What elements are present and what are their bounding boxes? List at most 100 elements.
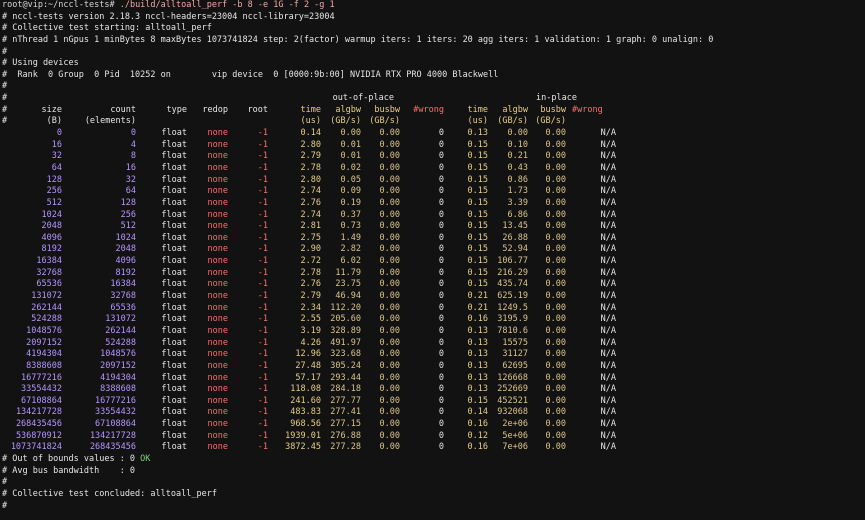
device-line: # Rank 0 Group 0 Pid 10252 on vip device… — [2, 69, 499, 80]
cell-root: -1 — [257, 151, 268, 162]
cell-algbw-ip: 1249.5 — [497, 302, 528, 313]
cell-time: 2.80 — [300, 139, 321, 150]
cell-redop: none — [207, 174, 228, 185]
cell-busbw-ip: 0.00 — [545, 128, 566, 139]
cell-count: 256 — [120, 209, 136, 220]
cell-count: 1048576 — [100, 349, 136, 360]
cell-algbw: 277.77 — [330, 395, 361, 406]
table-row: 4194304 1048576 float none -1 12.96 323.68 0.00… — [2, 349, 863, 361]
cell-time-ip: 0.15 — [467, 174, 488, 185]
cell-redop: none — [207, 419, 228, 430]
cell-count: 2048 — [115, 244, 136, 255]
cell-type: float — [161, 430, 187, 441]
header-redop: redop — [202, 104, 228, 115]
cell-busbw-ip: 0.00 — [545, 232, 566, 243]
cell-count: 16384 — [110, 279, 136, 290]
cell-algbw-ip: 3.39 — [507, 197, 528, 208]
cell-busbw: 0.00 — [379, 337, 400, 348]
cell-time-ip: 0.15 — [467, 209, 488, 220]
cell-time: 2.76 — [300, 197, 321, 208]
cell-wrong: 0 — [438, 232, 444, 243]
cell-root: -1 — [257, 244, 268, 255]
cell-size: 32768 — [36, 267, 62, 278]
cell-redop: none — [207, 139, 228, 150]
cell-busbw: 0.00 — [379, 128, 400, 139]
cell-size: 1048576 — [26, 325, 62, 336]
cell-type: float — [161, 279, 187, 290]
cell-algbw: 293.44 — [330, 372, 361, 383]
cell-time-ip: 0.21 — [467, 291, 488, 302]
cell-time-ip: 0.15 — [467, 256, 488, 267]
cell-count: 262144 — [105, 325, 136, 336]
cell-busbw: 0.00 — [379, 407, 400, 418]
cell-time-ip: 0.15 — [467, 151, 488, 162]
cell-redop: none — [207, 279, 228, 290]
cell-wrong-ip: N/A — [600, 395, 616, 406]
cell-size: 1024 — [41, 209, 62, 220]
cell-algbw-ip: 31127 — [502, 349, 528, 360]
cell-root: -1 — [257, 128, 268, 139]
cell-wrong: 0 — [438, 197, 444, 208]
table-row: 268435456 67108864 float none -1 968.56 277.15… — [2, 419, 863, 431]
cell-busbw-ip: 0.00 — [545, 279, 566, 290]
table-row: 16384 4096 float none -1 2.72 6.02 0.00 0 0.15 106… — [2, 256, 863, 268]
oob-status: OK — [140, 453, 151, 464]
cell-wrong-ip: N/A — [600, 244, 616, 255]
cell-busbw: 0.00 — [379, 256, 400, 267]
cell-redop: none — [207, 151, 228, 162]
cell-wrong: 0 — [438, 139, 444, 150]
cell-time: 2.72 — [300, 256, 321, 267]
cell-busbw: 0.00 — [379, 209, 400, 220]
cell-root: -1 — [257, 232, 268, 243]
cell-count: 4 — [130, 139, 136, 150]
cell-wrong: 0 — [438, 174, 444, 185]
cell-size: 16384 — [36, 256, 62, 267]
cell-algbw: 328.89 — [330, 325, 361, 336]
cell-time: 2.80 — [300, 174, 321, 185]
table-header-row2: # (B) (elements) (us) (GB/s) (GB/s) (us) (GB/s)… — [2, 116, 863, 128]
comment-line: # — [2, 46, 8, 57]
cell-count: 4096 — [115, 256, 136, 267]
cell-count: 4194304 — [100, 372, 136, 383]
cell-time-ip: 0.12 — [467, 430, 488, 441]
cell-algbw: 112.20 — [330, 302, 361, 313]
table-row: 536870912 134217728 float none -1 1939.01 276.… — [2, 431, 863, 443]
cell-time-ip: 0.13 — [467, 349, 488, 360]
cell-algbw: 323.68 — [330, 349, 361, 360]
header-size: (B) — [46, 116, 62, 127]
cell-count: 128 — [120, 197, 136, 208]
cell-wrong: 0 — [438, 407, 444, 418]
cell-redop: none — [207, 407, 228, 418]
cell-wrong-ip: N/A — [600, 221, 616, 232]
cell-count: 1024 — [115, 232, 136, 243]
using-devices-line: # Using devices — [2, 58, 79, 69]
cell-wrong-ip: N/A — [600, 267, 616, 278]
cell-busbw-ip: 0.00 — [545, 325, 566, 336]
cell-time: 3.19 — [300, 325, 321, 336]
cell-wrong: 0 — [438, 384, 444, 395]
cell-time-ip: 0.13 — [467, 128, 488, 139]
cell-type: float — [161, 372, 187, 383]
cell-redop: none — [207, 395, 228, 406]
cell-root: -1 — [257, 407, 268, 418]
cell-size: 67108864 — [21, 395, 62, 406]
cell-type: float — [161, 209, 187, 220]
cell-busbw: 0.00 — [379, 419, 400, 430]
cell-type: float — [161, 442, 187, 453]
cell-time-ip: 0.13 — [467, 325, 488, 336]
cell-root: -1 — [257, 174, 268, 185]
cell-wrong-ip: N/A — [600, 128, 616, 139]
cell-time-ip: 0.15 — [467, 279, 488, 290]
cell-algbw-ip: 0.00 — [507, 128, 528, 139]
table-row: 4096 1024 float none -1 2.75 1.49 0.00 0 0.15 26.8… — [2, 233, 863, 245]
cell-algbw: 1.49 — [340, 232, 361, 243]
cell-count: 33554432 — [95, 407, 136, 418]
cell-busbw-ip: 0.00 — [545, 256, 566, 267]
table-row: 0 0 float none -1 0.14 0.00 0.00 0 0.13 0.00 0.00 N/… — [2, 128, 863, 140]
terminal-window[interactable]: root@vip:~/nccl-tests# ./build/alltoall_… — [2, 0, 863, 520]
cell-busbw-ip: 0.00 — [545, 372, 566, 383]
cell-busbw-ip: 0.00 — [545, 384, 566, 395]
cell-wrong-ip: N/A — [600, 349, 616, 360]
cell-algbw-ip: 15575 — [502, 337, 528, 348]
cell-count: 8 — [130, 151, 136, 162]
